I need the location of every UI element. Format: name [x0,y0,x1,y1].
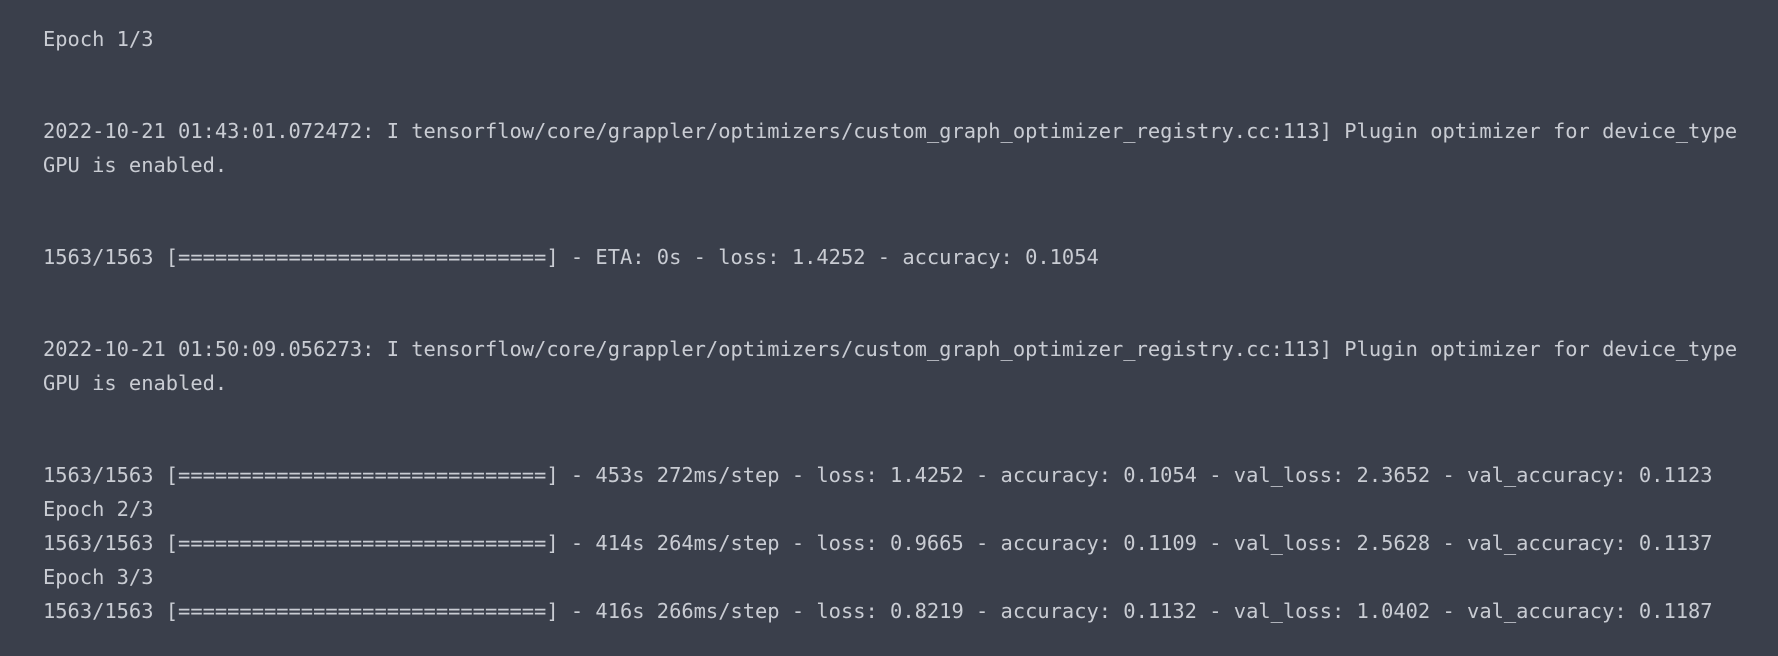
epoch-result-line: 1563/1563 [=============================… [43,531,1713,555]
log-message: 2022-10-21 01:50:09.056273: I tensorflow… [43,337,1738,361]
epoch-header: Epoch 3/3 [43,565,154,589]
progress-line: 1563/1563 [=============================… [43,245,1099,269]
epoch-header: Epoch 1/3 [43,27,154,51]
epoch-result-line: 1563/1563 [=============================… [43,463,1713,487]
epoch-header: Epoch 2/3 [43,497,154,521]
log-message-continuation: GPU is enabled. [43,153,228,177]
training-output-console: Epoch 1/3 2022-10-21 01:43:01.072472: I … [0,0,1778,656]
epoch-result-line: 1563/1563 [=============================… [43,599,1713,623]
log-message-continuation: GPU is enabled. [43,371,228,395]
log-message: 2022-10-21 01:43:01.072472: I tensorflow… [43,119,1738,143]
